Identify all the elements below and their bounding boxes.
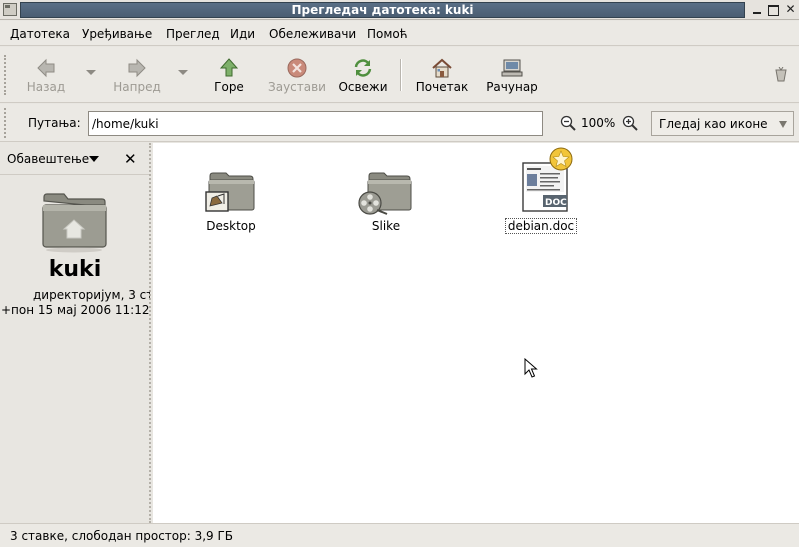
window-title[interactable]: Прегледач датотека: kuki bbox=[20, 2, 745, 18]
menu-go[interactable]: Иди bbox=[230, 27, 255, 41]
view-mode-select[interactable]: Гледај као иконе bbox=[651, 111, 794, 136]
close-window-button[interactable]: ✕ bbox=[783, 2, 798, 17]
file-item[interactable]: DOC debian.doc bbox=[503, 147, 579, 234]
location-label: Путања: bbox=[28, 116, 81, 130]
document-icon: DOC bbox=[522, 147, 573, 212]
throbber-icon bbox=[775, 67, 787, 82]
window-menu-icon[interactable] bbox=[3, 3, 17, 16]
location-grip[interactable] bbox=[4, 108, 7, 138]
close-side-pane-icon[interactable]: ✕ bbox=[124, 150, 137, 168]
back-button[interactable]: Назад bbox=[18, 47, 74, 103]
file-view[interactable]: Desktop Slike DOC debian.doc bbox=[153, 143, 799, 523]
menu-edit[interactable]: Уређивање bbox=[82, 27, 152, 41]
computer-button[interactable]: Рачунар bbox=[480, 47, 544, 103]
toolbar-separator bbox=[400, 59, 402, 91]
side-folder-date: +пон 15 мај 2006 11:12 bbox=[1, 303, 150, 317]
home-label: Почетак bbox=[415, 80, 469, 94]
up-arrow-icon bbox=[219, 58, 239, 77]
reload-label: Освежи bbox=[338, 80, 388, 94]
chevron-down-icon bbox=[779, 121, 787, 128]
menu-bar: Датотека Уређивање Преглед Иди Обележива… bbox=[0, 21, 799, 46]
zoom-in-icon[interactable] bbox=[622, 115, 638, 131]
stop-button[interactable]: Заустави bbox=[264, 47, 330, 103]
stop-label: Заустави bbox=[268, 80, 326, 94]
forward-button[interactable]: Напред bbox=[108, 47, 166, 103]
file-name: debian.doc bbox=[504, 218, 578, 234]
view-mode-value: Гледај као иконе bbox=[659, 117, 768, 131]
side-pane-header: Обавештење ✕ bbox=[0, 143, 150, 175]
file-item[interactable]: Desktop bbox=[198, 170, 264, 233]
computer-icon bbox=[501, 59, 523, 77]
toolbar-grip[interactable] bbox=[4, 55, 7, 95]
side-pane-dropdown-icon[interactable] bbox=[89, 156, 99, 162]
stop-icon bbox=[287, 58, 307, 78]
menu-file[interactable]: Датотека bbox=[10, 27, 70, 41]
menu-help[interactable]: Помоћ bbox=[367, 27, 408, 41]
back-history-dropdown[interactable] bbox=[86, 70, 96, 75]
status-bar: 3 ставке, слободан простор: 3,9 ГБ bbox=[0, 523, 799, 547]
forward-arrow-icon bbox=[128, 58, 146, 78]
maximize-button[interactable] bbox=[766, 2, 781, 17]
mouse-pointer-icon bbox=[524, 358, 538, 378]
forward-history-dropdown[interactable] bbox=[178, 70, 188, 75]
toolbar: Назад Напред Горе Заустави Освежи Почета… bbox=[0, 47, 799, 103]
forward-label: Напред bbox=[113, 80, 161, 94]
location-input[interactable] bbox=[88, 111, 543, 136]
menu-view[interactable]: Преглед bbox=[166, 27, 220, 41]
reload-icon bbox=[354, 59, 372, 77]
computer-label: Рачунар bbox=[486, 80, 538, 94]
desktop-folder-icon bbox=[205, 172, 255, 212]
side-pane-selector[interactable]: Обавештење bbox=[7, 152, 89, 166]
menu-bookmarks[interactable]: Обележивачи bbox=[269, 27, 356, 41]
zoom-out-icon[interactable] bbox=[560, 115, 576, 131]
status-text: 3 ставке, слободан простор: 3,9 ГБ bbox=[10, 529, 234, 543]
svg-text:DOC: DOC bbox=[545, 198, 567, 208]
side-pane: Обавештење ✕ kuki директоријум, 3 ст +по… bbox=[0, 143, 150, 523]
file-name: Desktop bbox=[206, 219, 256, 233]
back-label: Назад bbox=[26, 80, 66, 94]
home-button[interactable]: Почетак bbox=[412, 47, 472, 103]
minimize-button[interactable] bbox=[750, 2, 765, 17]
location-bar: Путања: 100% Гледај као иконе bbox=[0, 104, 799, 142]
pictures-folder-icon bbox=[358, 172, 412, 215]
up-button[interactable]: Горе bbox=[204, 47, 254, 103]
title-bar: Прегледач датотека: kuki ✕ bbox=[0, 0, 799, 20]
home-folder-icon bbox=[42, 193, 107, 253]
up-label: Горе bbox=[214, 80, 244, 94]
zoom-level[interactable]: 100% bbox=[581, 116, 615, 130]
back-arrow-icon bbox=[37, 58, 55, 78]
side-folder-name: kuki bbox=[48, 257, 102, 282]
side-folder-info: директоријум, 3 ст bbox=[33, 288, 150, 302]
reload-button[interactable]: Освежи bbox=[336, 47, 390, 103]
file-name: Slike bbox=[371, 219, 401, 233]
file-item[interactable]: Slike bbox=[353, 170, 419, 233]
home-icon bbox=[432, 58, 452, 78]
